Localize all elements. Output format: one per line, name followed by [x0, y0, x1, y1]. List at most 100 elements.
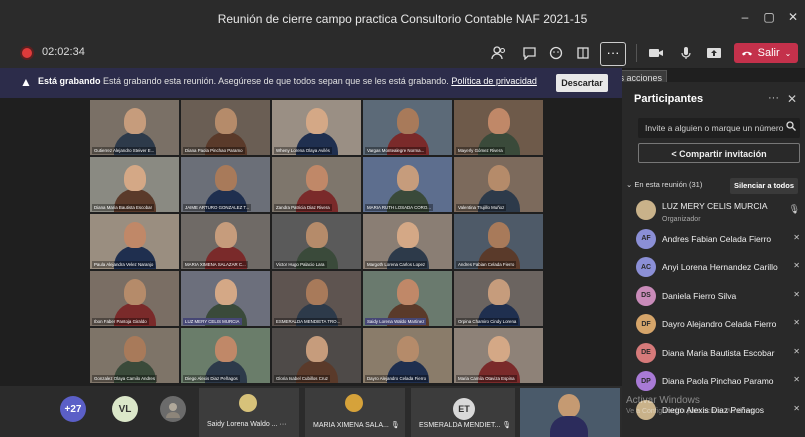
leave-label: Salir	[757, 47, 780, 59]
strip-tile-name-text: Saidy Lorena Waldo ...	[207, 421, 278, 428]
video-tile[interactable]: Diego Alexis Diaz Peñagos	[181, 328, 270, 383]
video-tile[interactable]: Ibon Faber Pantoja Giraldo	[90, 271, 179, 326]
participants-toggle-button[interactable]	[489, 44, 509, 62]
video-tile[interactable]: LUZ MERY CELIS MURCIA	[181, 271, 270, 326]
in-meeting-section[interactable]: ⌄ En esta reunión (31)	[626, 180, 702, 189]
self-view-body	[550, 416, 588, 437]
recording-banner-text: Está grabando Está grabando esta reunión…	[38, 76, 537, 86]
video-tile[interactable]: MARIA XIMENA SALAZAR C...	[181, 214, 270, 269]
maximize-button[interactable]: ▢	[762, 10, 776, 24]
participant-avatar: DE	[636, 342, 656, 363]
participant-row[interactable]: DS Daniela Fierro Silva ✕	[636, 285, 804, 308]
strip-tile-name: MARIA XIMENA SALA... 🎙	[313, 421, 400, 429]
reactions-button[interactable]	[546, 44, 566, 62]
mic-off-icon: ✕	[793, 403, 800, 413]
avatar	[239, 394, 257, 412]
share-screen-icon	[707, 47, 721, 58]
video-tile-name: Ibon Faber Pantoja Giraldo	[92, 318, 149, 325]
video-tile[interactable]: Dayro Alejandro Celada Fierro	[363, 328, 452, 383]
video-tile[interactable]: Gonzalez Olaya Camilo Andres	[90, 328, 179, 383]
microphone-icon: 🎙	[788, 204, 800, 214]
mic-button[interactable]	[676, 44, 696, 62]
search-icon[interactable]	[786, 121, 796, 134]
more-actions-button[interactable]: ···	[600, 42, 626, 66]
mute-all-button[interactable]: Silenciar a todos	[730, 178, 798, 194]
video-tile-name: MARIA XIMENA SALAZAR C...	[183, 261, 248, 268]
video-tile[interactable]: Maria Camila Otaviza Espina	[454, 328, 543, 383]
participant-row[interactable]: AC Anyi Lorena Hernandez Carillo ✕	[636, 257, 804, 279]
video-tile-name: Orpina Chamiro Cindy Lorena	[456, 318, 519, 325]
video-tile[interactable]: MARIA RUTH LOSADA CORO...	[363, 157, 452, 212]
video-tile[interactable]: Margoth Lorena Carlos Lopez	[363, 214, 452, 269]
video-grid: Gutierrez Alejandro Steiver E... Diana Pa…	[90, 100, 545, 385]
participant-name: Dayro Alejandro Celada Fierro	[662, 319, 777, 329]
rooms-button[interactable]	[573, 44, 593, 62]
video-tile[interactable]: JAIME ARTURO GONZALEZ T...	[181, 157, 270, 212]
strip-tile-1[interactable]: Saidy Lorena Waldo ... ···	[199, 388, 299, 437]
video-tile[interactable]: ESMERALDA MENDIETA TRO...	[272, 271, 361, 326]
participant-avatar	[636, 200, 656, 220]
share-screen-button[interactable]	[704, 44, 724, 62]
video-tile[interactable]: Zandra Patricia Diaz Rivera	[272, 157, 361, 212]
video-tile-name: Gutierrez Alejandro Steiver E...	[92, 147, 157, 154]
privacy-policy-link[interactable]: Política de privacidad	[451, 76, 537, 86]
recording-banner-bold: Está grabando	[38, 76, 101, 86]
chevron-down-icon: ⌄	[626, 180, 633, 189]
recording-banner-message: Está grabando esta reunión. Asegúrese de…	[103, 76, 449, 86]
video-tile[interactable]: Vargas Montealegre Norma...	[363, 100, 452, 155]
video-tile[interactable]: Diana Maria Bautista Escobar	[90, 157, 179, 212]
video-tile[interactable]: Gutierrez Alejandro Steiver E...	[90, 100, 179, 155]
video-tile[interactable]: Saidy Lorena Waldo Martinez	[363, 271, 452, 326]
strip-tile-3[interactable]: ET ESMERALDA MENDIET... 🎙	[411, 388, 515, 437]
participant-name: Daniela Fierro Silva	[662, 290, 737, 301]
participant-face	[488, 165, 510, 191]
strip-tile-2[interactable]: MARIA XIMENA SALA... 🎙	[305, 388, 405, 437]
video-tile[interactable]: Orpina Chamiro Cindy Lorena	[454, 271, 543, 326]
camera-button[interactable]	[646, 44, 666, 62]
rooms-icon	[577, 47, 589, 59]
strip-tile-name-text: MARIA XIMENA SALA...	[313, 422, 389, 429]
minimize-button[interactable]: –	[738, 10, 752, 24]
panel-close-icon[interactable]: ✕	[787, 92, 797, 106]
user-photo-icon	[166, 403, 180, 418]
chevron-down-icon[interactable]: ⌄	[785, 49, 792, 58]
video-tile[interactable]: Paula Alejandra Velez Naranjo	[90, 214, 179, 269]
share-invite-label: Compartir invitación	[679, 149, 767, 159]
recording-indicator-icon	[22, 48, 32, 58]
participant-row[interactable]: DF Dayro Alejandro Celada Fierro ✕	[636, 314, 804, 336]
mic-off-icon: ✕	[793, 232, 800, 242]
participant-face	[397, 165, 419, 191]
invite-input[interactable]: Invite a alguien o marque un número	[638, 118, 800, 138]
share-invite-button[interactable]: < Compartir invitación	[638, 143, 800, 163]
participant-face	[306, 336, 328, 362]
participant-row[interactable]: LUZ MERY CELIS MURCIA Organizador 🎙	[636, 200, 804, 223]
close-window-button[interactable]: ✕	[786, 10, 800, 24]
video-tile-name: Diego Alexis Diaz Peñagos	[183, 375, 240, 382]
video-tile[interactable]: Diana Paola Pinchao Paramo	[181, 100, 270, 155]
video-tile-name: LUZ MERY CELIS MURCIA	[183, 318, 242, 325]
strip-tile-name-text: ESMERALDA MENDIET...	[419, 422, 501, 429]
video-tile[interactable]: Gloria Isabel Cubillos Cruz	[272, 328, 361, 383]
video-tile-name: Vargas Montealegre Norma...	[365, 147, 427, 154]
panel-more-options-icon[interactable]: ···	[768, 92, 779, 104]
more-options-icon[interactable]: ···	[280, 421, 287, 428]
participant-row[interactable]: DP Diana Paola Pinchao Paramo ✕	[636, 371, 804, 393]
video-tile[interactable]: Valentina Trujillo Muñoz	[454, 157, 543, 212]
strip-tile-name: ESMERALDA MENDIET... 🎙	[419, 421, 511, 429]
participant-face	[488, 108, 510, 134]
dismiss-banner-button[interactable]: Descartar	[556, 74, 608, 92]
phone-hangup-icon	[741, 51, 752, 56]
avatar	[345, 394, 363, 412]
leave-button[interactable]: Salir ⌄	[734, 43, 798, 63]
video-tile[interactable]: Mayerly Gómez Rivera	[454, 100, 543, 155]
video-tile[interactable]: Wheny Lorena Olaya Avilés	[272, 100, 361, 155]
participant-row[interactable]: AF Andres Fabian Celada Fierro ✕	[636, 228, 804, 251]
video-tile[interactable]: Andres Fabian Celada Fierro	[454, 214, 543, 269]
video-tile[interactable]: Victor Hugo Palacio Lara	[272, 214, 361, 269]
chat-icon	[522, 47, 536, 60]
participant-face	[488, 279, 510, 305]
participant-row[interactable]: DE Diana Maria Bautista Escobar ✕	[636, 342, 804, 365]
meeting-timer: 02:02:34	[42, 46, 85, 58]
more-participants-badge[interactable]: +27	[60, 396, 86, 422]
chat-button[interactable]	[519, 44, 539, 62]
